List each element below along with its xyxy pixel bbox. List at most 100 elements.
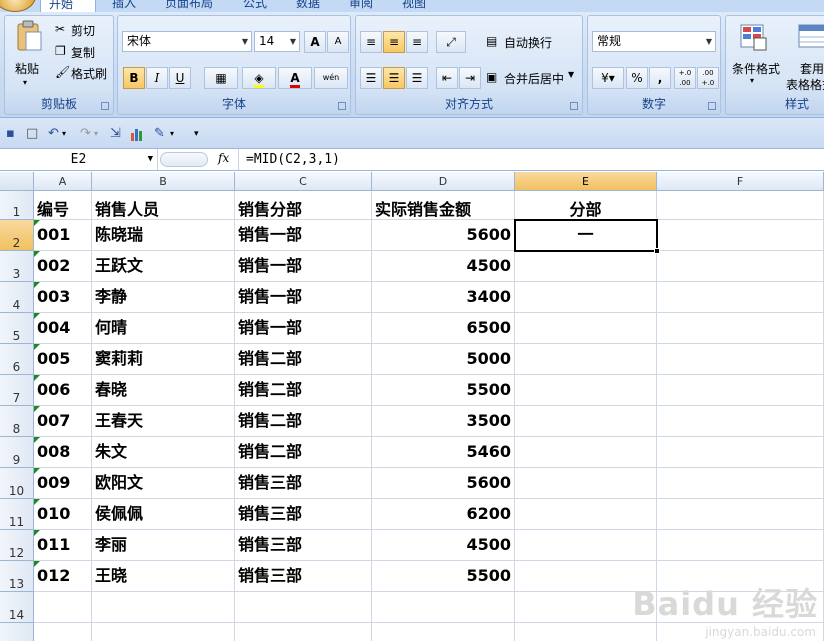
chevron-down-icon[interactable]: ▾ bbox=[750, 76, 754, 85]
fx-button[interactable]: fx bbox=[218, 151, 229, 165]
cell-a9[interactable]: 008 bbox=[34, 437, 92, 468]
row-header-5[interactable]: 5 bbox=[0, 313, 34, 344]
cell-b1[interactable]: 销售人员 bbox=[92, 191, 235, 220]
redo-icon[interactable]: ↷ bbox=[80, 127, 91, 141]
cell-d5[interactable]: 6500 bbox=[372, 313, 515, 344]
number-launcher-icon[interactable] bbox=[708, 102, 716, 110]
decrease-indent-icon[interactable]: ⇤ bbox=[436, 67, 458, 89]
align-bottom-icon[interactable]: ≡ bbox=[406, 31, 428, 53]
clipboard-launcher-icon[interactable] bbox=[101, 102, 109, 110]
cell-b4[interactable]: 李静 bbox=[92, 282, 235, 313]
row-header-12[interactable]: 12 bbox=[0, 530, 34, 561]
cell-f12[interactable] bbox=[657, 530, 824, 561]
cell-e4[interactable] bbox=[515, 282, 657, 313]
column-header-d[interactable]: D bbox=[372, 172, 515, 191]
cell-a6[interactable]: 005 bbox=[34, 344, 92, 375]
row-header-3[interactable]: 3 bbox=[0, 251, 34, 282]
percent-button[interactable]: % bbox=[626, 67, 648, 89]
cell-a11[interactable]: 010 bbox=[34, 499, 92, 530]
italic-button[interactable]: I bbox=[146, 67, 168, 89]
cell-f4[interactable] bbox=[657, 282, 824, 313]
cell-c3[interactable]: 销售一部 bbox=[235, 251, 372, 282]
chevron-down-icon[interactable]: ▼ bbox=[568, 70, 574, 79]
cell-d7[interactable]: 5500 bbox=[372, 375, 515, 406]
row-header-13[interactable]: 13 bbox=[0, 561, 34, 592]
row-header-8[interactable]: 8 bbox=[0, 406, 34, 437]
cell-f8[interactable] bbox=[657, 406, 824, 437]
increase-decimal-button[interactable]: +.0 .00 bbox=[674, 67, 696, 89]
select-all-corner[interactable] bbox=[0, 172, 34, 191]
cell-d8[interactable]: 3500 bbox=[372, 406, 515, 437]
row-header-9[interactable]: 9 bbox=[0, 437, 34, 468]
cell-b15[interactable] bbox=[92, 623, 235, 641]
cell-e6[interactable] bbox=[515, 344, 657, 375]
cell-d6[interactable]: 5000 bbox=[372, 344, 515, 375]
formula-input[interactable]: =MID(C2,3,1) bbox=[246, 149, 340, 170]
row-header-2[interactable]: 2 bbox=[0, 220, 34, 251]
cell-b7[interactable]: 春晓 bbox=[92, 375, 235, 406]
expand-handle-icon[interactable] bbox=[160, 152, 208, 167]
font-name-combo[interactable]: 宋体 ▼ bbox=[122, 31, 252, 52]
orientation-icon[interactable]: ⤢ bbox=[436, 31, 466, 53]
cell-f3[interactable] bbox=[657, 251, 824, 282]
edit-icon[interactable]: ✎ bbox=[154, 127, 165, 141]
table-format-button[interactable]: 套用 bbox=[800, 60, 824, 77]
customize-toolbar-icon[interactable]: ▾ bbox=[194, 127, 199, 141]
cell-b2[interactable]: 陈晓瑞 bbox=[92, 220, 235, 251]
table-format-button-line2[interactable]: 表格格式 bbox=[786, 76, 824, 93]
cell-f7[interactable] bbox=[657, 375, 824, 406]
cell-b13[interactable]: 王晓 bbox=[92, 561, 235, 592]
align-right-icon[interactable]: ☰ bbox=[406, 67, 428, 89]
border-button[interactable]: ▦ bbox=[204, 67, 238, 89]
row-header-1[interactable]: 1 bbox=[0, 191, 34, 220]
cell-a3[interactable]: 002 bbox=[34, 251, 92, 282]
table-format-icon[interactable] bbox=[798, 24, 824, 52]
cell-b3[interactable]: 王跃文 bbox=[92, 251, 235, 282]
tab-home[interactable]: 开始 bbox=[40, 0, 96, 12]
name-box[interactable]: E2 ▼ bbox=[0, 149, 158, 170]
chevron-down-icon[interactable]: ▾ bbox=[94, 127, 98, 141]
cell-f1[interactable] bbox=[657, 191, 824, 220]
cell-e2[interactable]: 一 bbox=[515, 220, 657, 251]
cell-f11[interactable] bbox=[657, 499, 824, 530]
row-header-10[interactable]: 10 bbox=[0, 468, 34, 499]
fill-color-button[interactable]: ◈ bbox=[242, 67, 276, 89]
cell-a1[interactable]: 编号 bbox=[34, 191, 92, 220]
undo-icon[interactable]: ↶ bbox=[48, 127, 59, 141]
cell-b10[interactable]: 欧阳文 bbox=[92, 468, 235, 499]
cell-c1[interactable]: 销售分部 bbox=[235, 191, 372, 220]
save-icon[interactable]: ▪ bbox=[6, 127, 15, 141]
cell-d15[interactable] bbox=[372, 623, 515, 641]
cell-a10[interactable]: 009 bbox=[34, 468, 92, 499]
spreadsheet-grid[interactable]: A B C D E F 1 编号 销售人员 销售分部 实际销售金额 分部 2 001 陈晓瑞 销售一部 5600… bbox=[0, 172, 824, 641]
increase-indent-icon[interactable]: ⇥ bbox=[459, 67, 481, 89]
paste-icon[interactable] bbox=[15, 20, 43, 52]
format-painter-button[interactable]: 格式刷 bbox=[71, 65, 107, 82]
conditional-format-button[interactable]: 条件格式 bbox=[732, 60, 780, 77]
cell-f9[interactable] bbox=[657, 437, 824, 468]
fill-handle[interactable] bbox=[654, 248, 660, 254]
cell-b8[interactable]: 王春天 bbox=[92, 406, 235, 437]
font-launcher-icon[interactable] bbox=[338, 102, 346, 110]
cell-d12[interactable]: 4500 bbox=[372, 530, 515, 561]
paste-button[interactable]: 粘贴 bbox=[15, 60, 39, 77]
cell-c9[interactable]: 销售二部 bbox=[235, 437, 372, 468]
cell-e7[interactable] bbox=[515, 375, 657, 406]
column-header-c[interactable]: C bbox=[235, 172, 372, 191]
cell-c4[interactable]: 销售一部 bbox=[235, 282, 372, 313]
cell-a8[interactable]: 007 bbox=[34, 406, 92, 437]
cell-f6[interactable] bbox=[657, 344, 824, 375]
tab-formulas[interactable]: 公式 bbox=[243, 0, 267, 12]
cell-c2[interactable]: 销售一部 bbox=[235, 220, 372, 251]
paste-dropdown-icon[interactable]: ▾ bbox=[23, 78, 27, 87]
chevron-down-icon[interactable]: ▾ bbox=[62, 127, 66, 141]
alignment-launcher-icon[interactable] bbox=[570, 102, 578, 110]
cell-b11[interactable]: 侯佩佩 bbox=[92, 499, 235, 530]
currency-icon[interactable]: ¥▾ bbox=[592, 67, 624, 89]
cell-c14[interactable] bbox=[235, 592, 372, 623]
cell-d4[interactable]: 3400 bbox=[372, 282, 515, 313]
cell-d3[interactable]: 4500 bbox=[372, 251, 515, 282]
row-header-15[interactable]: 15 bbox=[0, 623, 34, 641]
cell-c5[interactable]: 销售一部 bbox=[235, 313, 372, 344]
cell-d1[interactable]: 实际销售金额 bbox=[372, 191, 515, 220]
